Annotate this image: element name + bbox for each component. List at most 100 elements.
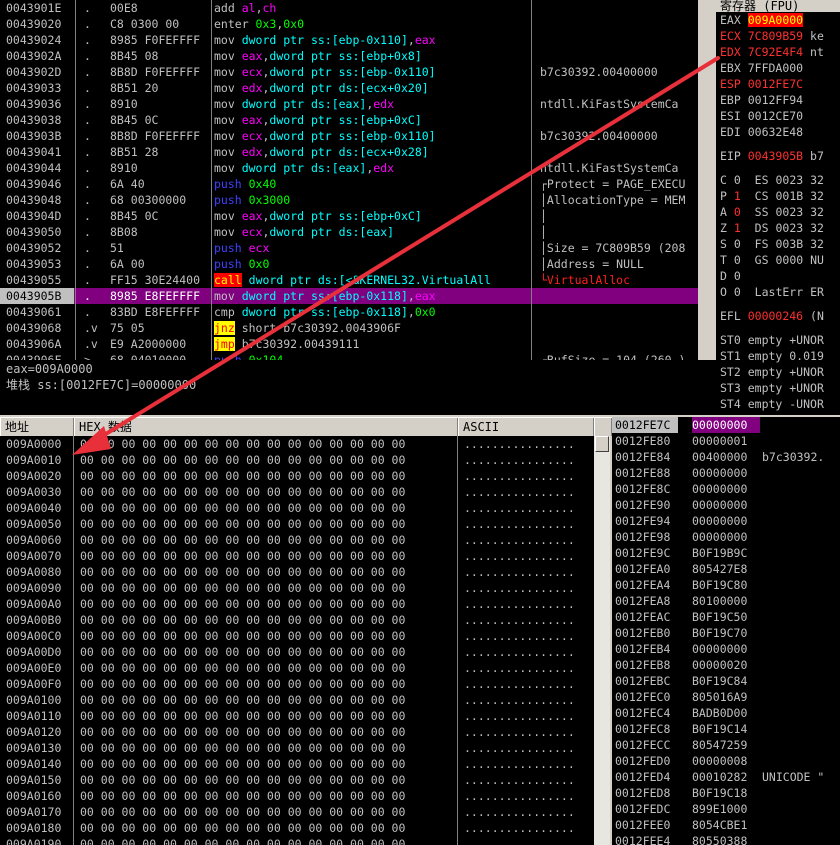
dump-ascii[interactable]: ................ (464, 596, 592, 612)
stack-row[interactable]: 0012FEE0 8054CBE1 (612, 817, 840, 833)
stack-row[interactable]: 0012FEDC 899E1000 (612, 801, 840, 817)
dump-hex-bytes[interactable]: 00 00 00 00 00 00 00 00 00 00 00 00 00 0… (80, 788, 457, 804)
dump-ascii[interactable]: ................ (464, 724, 592, 740)
stack-value[interactable]: B0F19C84 (692, 673, 760, 689)
register-row[interactable]: EBP 0012FF94 (716, 92, 840, 108)
register-value[interactable]: 0012FE7C (748, 77, 803, 91)
register-value[interactable]: 009A0000 (747, 13, 804, 27)
register-value[interactable]: 00000246 (748, 309, 803, 323)
dump-hex-bytes[interactable]: 00 00 00 00 00 00 00 00 00 00 00 00 00 0… (80, 660, 457, 676)
dump-row[interactable]: 009A0130 00 00 00 00 00 00 00 00 00 00 00… (0, 740, 594, 756)
register-value[interactable]: 00632E48 (748, 125, 803, 139)
dump-row[interactable]: 009A00C0 00 00 00 00 00 00 00 00 00 00 00… (0, 628, 594, 644)
dump-row[interactable]: 009A0190 00 00 00 00 00 00 00 00 00 00 00… (0, 836, 594, 845)
register-value[interactable]: 7C809B59 (748, 29, 803, 43)
dump-hex-bytes[interactable]: 00 00 00 00 00 00 00 00 00 00 00 00 00 0… (80, 772, 457, 788)
dump-ascii[interactable]: ................ (464, 548, 592, 564)
stack-row[interactable]: 0012FEB8 00000020 (612, 657, 840, 673)
stack-row[interactable]: 0012FE98 00000000 (612, 529, 840, 545)
dump-ascii[interactable]: ................ (464, 564, 592, 580)
disasm-row[interactable]: 00439048. 68 00300000 push 0x3000 │Allocati… (0, 192, 698, 208)
flag-bit[interactable]: 1 (734, 221, 741, 235)
disasm-row[interactable]: 0043906F >68 04010000 push 0x104 ┌BufSize =… (0, 352, 698, 360)
dump-ascii[interactable]: ................ (464, 756, 592, 772)
dump-hex-bytes[interactable]: 00 00 00 00 00 00 00 00 00 00 00 00 00 0… (80, 628, 457, 644)
disasm-row[interactable]: 00439055. FF15 30E24400 call dword ptr ds:… (0, 272, 698, 288)
dump-ascii[interactable]: ................ (464, 612, 592, 628)
disasm-row[interactable]: 00439036. 8910 mov dword ptr ds:[eax],edx n… (0, 96, 698, 112)
stack-value[interactable]: 899E1000 (692, 801, 760, 817)
dump-row[interactable]: 009A0110 00 00 00 00 00 00 00 00 00 00 00… (0, 708, 594, 724)
stack-value[interactable]: 00000000 (692, 417, 760, 433)
dump-row[interactable]: 009A0150 00 00 00 00 00 00 00 00 00 00 00… (0, 772, 594, 788)
dump-hex-bytes[interactable]: 00 00 00 00 00 00 00 00 00 00 00 00 00 0… (80, 804, 457, 820)
dump-row[interactable]: 009A00E0 00 00 00 00 00 00 00 00 00 00 00… (0, 660, 594, 676)
disasm-row[interactable]: 00439061. 83BD E8FEFFFF cmp dword ptr ss:[… (0, 304, 698, 320)
dump-hex-bytes[interactable]: 00 00 00 00 00 00 00 00 00 00 00 00 00 0… (80, 468, 457, 484)
dump-row[interactable]: 009A0010 00 00 00 00 00 00 00 00 00 00 00… (0, 452, 594, 468)
stack-value[interactable]: B0F19C80 (692, 577, 760, 593)
fpu-row[interactable]: ST0 empty +UNOR (716, 332, 840, 348)
dump-ascii[interactable]: ................ (464, 836, 592, 845)
dump-ascii[interactable]: ................ (464, 676, 592, 692)
dump-row[interactable]: 009A0040 00 00 00 00 00 00 00 00 00 00 00… (0, 500, 594, 516)
flag-row[interactable]: D 0 (716, 268, 840, 284)
flag-row[interactable]: O 0 LastErr ER (716, 284, 840, 300)
stack-row[interactable]: 0012FEB0 B0F19C70 (612, 625, 840, 641)
scrollbar-thumb[interactable] (595, 436, 609, 452)
stack-row[interactable]: 0012FE84 00400000 b7c30392. (612, 449, 840, 465)
dump-hex-bytes[interactable]: 00 00 00 00 00 00 00 00 00 00 00 00 00 0… (80, 516, 457, 532)
dump-hex-bytes[interactable]: 00 00 00 00 00 00 00 00 00 00 00 00 00 0… (80, 580, 457, 596)
register-row[interactable]: ECX 7C809B59 ke (716, 28, 840, 44)
flag-bit[interactable]: 0 (734, 253, 741, 267)
dump-ascii[interactable]: ................ (464, 788, 592, 804)
dump-ascii[interactable]: ................ (464, 628, 592, 644)
dump-ascii[interactable]: ................ (464, 468, 592, 484)
dump-row[interactable]: 009A00A0 00 00 00 00 00 00 00 00 00 00 00… (0, 596, 594, 612)
stack-value[interactable]: 00000008 (692, 753, 760, 769)
dump-row[interactable]: 009A0060 00 00 00 00 00 00 00 00 00 00 00… (0, 532, 594, 548)
hex-dump-pane[interactable]: 009A0000 00 00 00 00 00 00 00 00 00 00 00… (0, 436, 594, 845)
disasm-row[interactable]: 00439041. 8B51 28 mov edx,dword ptr ds:[ec… (0, 144, 698, 160)
dump-header-address[interactable]: 地址 (0, 418, 74, 436)
dump-row[interactable]: 009A00F0 00 00 00 00 00 00 00 00 00 00 00… (0, 676, 594, 692)
disasm-row[interactable]: 00439044. 8910 mov dword ptr ds:[eax],edx n… (0, 160, 698, 176)
stack-row[interactable]: 0012FE9C B0F19B9C (612, 545, 840, 561)
stack-row[interactable]: 0012FEE4 80550388 (612, 833, 840, 845)
dump-ascii[interactable]: ................ (464, 820, 592, 836)
stack-row[interactable]: 0012FE94 00000000 (612, 513, 840, 529)
dump-row[interactable]: 009A0180 00 00 00 00 00 00 00 00 00 00 00… (0, 820, 594, 836)
stack-value[interactable]: B0F19C18 (692, 785, 760, 801)
stack-row[interactable]: 0012FED8 B0F19C18 (612, 785, 840, 801)
disassembly-pane[interactable]: 0043901E. 00E8 add al,ch 00439020. C8 0300 0… (0, 0, 698, 360)
disasm-row[interactable]: 00439038. 8B45 0C mov eax,dword ptr ss:[eb… (0, 112, 698, 128)
stack-pane[interactable]: 0012FE7C 00000000 0012FE80 00000001 0012FE84… (612, 417, 840, 845)
dump-ascii[interactable]: ................ (464, 532, 592, 548)
dump-ascii[interactable]: ................ (464, 740, 592, 756)
stack-row[interactable]: 0012FEBC B0F19C84 (612, 673, 840, 689)
flag-row[interactable]: T 0 GS 0000 NU (716, 252, 840, 268)
flag-row[interactable]: P 1 CS 001B 32 (716, 188, 840, 204)
dump-ascii[interactable]: ................ (464, 436, 592, 452)
disasm-row[interactable]: 00439050. 8B08 mov ecx,dword ptr ds:[eax] │ (0, 224, 698, 240)
dump-ascii[interactable]: ................ (464, 452, 592, 468)
dump-row[interactable]: 009A0100 00 00 00 00 00 00 00 00 00 00 00… (0, 692, 594, 708)
dump-ascii[interactable]: ................ (464, 516, 592, 532)
flag-row[interactable]: C 0 ES 0023 32 (716, 172, 840, 188)
stack-row[interactable]: 0012FE80 00000001 (612, 433, 840, 449)
register-value[interactable]: 0043905B (748, 149, 803, 163)
register-row[interactable]: EAX 009A0000 (716, 12, 840, 28)
disasm-row[interactable]: 00439024. 8985 F0FEFFFF mov dword ptr ss:[… (0, 32, 698, 48)
stack-value[interactable]: 00400000 (692, 449, 760, 465)
disasm-row[interactable]: 00439020. C8 0300 00 enter 0x3,0x0 (0, 16, 698, 32)
stack-value[interactable]: 80100000 (692, 593, 760, 609)
stack-value[interactable]: 00000000 (692, 513, 760, 529)
disasm-row[interactable]: 00439052. 51 push ecx │Size = 7C809B59 (208 (0, 240, 698, 256)
dump-hex-bytes[interactable]: 00 00 00 00 00 00 00 00 00 00 00 00 00 0… (80, 500, 457, 516)
stack-row[interactable]: 0012FEA4 B0F19C80 (612, 577, 840, 593)
dump-row[interactable]: 009A0140 00 00 00 00 00 00 00 00 00 00 00… (0, 756, 594, 772)
stack-value[interactable]: 80547259 (692, 737, 760, 753)
register-row[interactable]: ESP 0012FE7C (716, 76, 840, 92)
dump-ascii[interactable]: ................ (464, 660, 592, 676)
stack-row[interactable]: 0012FECC 80547259 (612, 737, 840, 753)
